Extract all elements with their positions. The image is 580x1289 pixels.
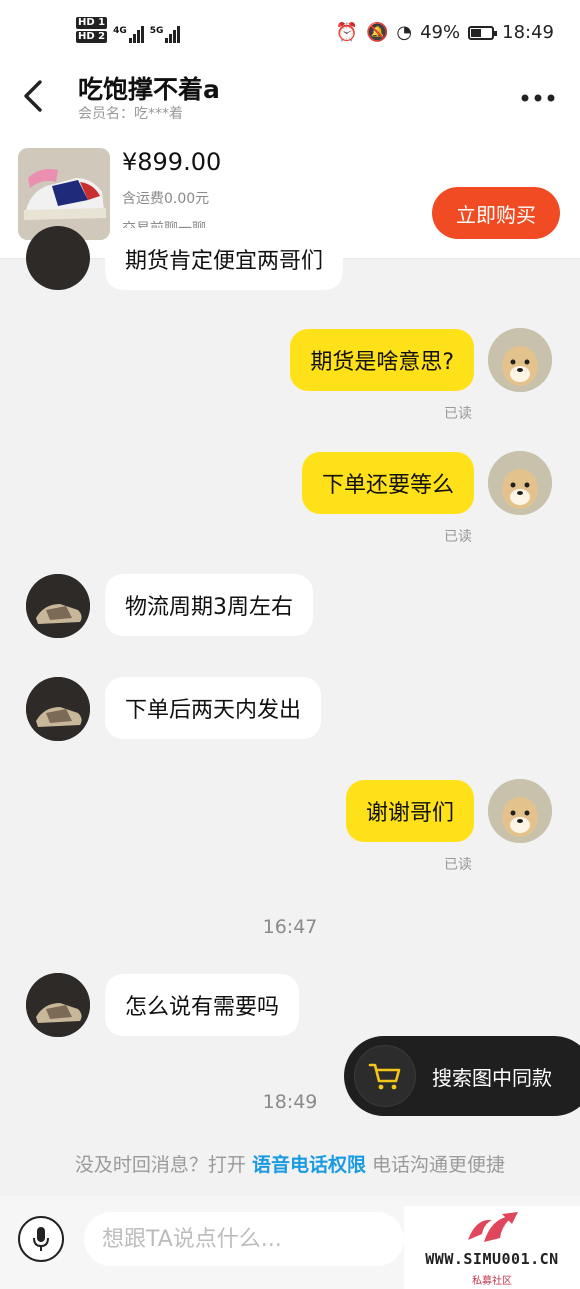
status-right: ⏰ 🔕 ◔ 49% 18:49 xyxy=(336,22,554,43)
my-avatar[interactable] xyxy=(488,451,552,515)
speed-icon: ◔ xyxy=(396,22,413,43)
message-bubble[interactable]: 期货肯定便宜两哥们 xyxy=(105,228,344,290)
buy-now-button[interactable]: 立即购买 xyxy=(432,187,560,239)
seller-avatar[interactable] xyxy=(26,973,90,1037)
back-button[interactable] xyxy=(22,78,52,114)
sneaker-avatar-image xyxy=(26,973,90,1037)
read-status: 已读 xyxy=(444,406,472,422)
chevron-left-icon xyxy=(24,80,42,112)
more-dots-icon xyxy=(521,94,555,102)
watermark-text: WWW.SIMU001.CN xyxy=(425,1250,559,1268)
member-name: 会员名：吃***着 xyxy=(78,106,183,122)
read-status: 已读 xyxy=(444,857,472,873)
clock: 18:49 xyxy=(502,22,554,43)
shipping-fee: 含运费0.00元 xyxy=(122,191,210,207)
watermark-subtext: 私募社区 xyxy=(472,1276,512,1287)
notice-prefix: 没及时回消息？打开 xyxy=(74,1154,246,1176)
my-avatar[interactable] xyxy=(488,779,552,843)
signal-icon-2: 5G xyxy=(150,26,181,43)
notice-suffix: 电话沟通更便捷 xyxy=(372,1154,506,1176)
search-same-item-button[interactable]: 搜索图中同款 xyxy=(344,1036,580,1116)
message-bubble[interactable]: 怎么说有需要吗 xyxy=(105,974,300,1036)
message-bubble[interactable]: 物流周期3周左右 xyxy=(105,574,313,636)
network-type-2: 5G xyxy=(149,26,164,36)
read-status: 已读 xyxy=(444,529,472,545)
more-options-button[interactable] xyxy=(520,76,556,111)
seller-avatar[interactable] xyxy=(26,677,90,741)
microphone-icon xyxy=(33,1227,49,1251)
status-bar: HD 1 HD 2 4G 5G ⏰ 🔕 ◔ 49% 18:49 xyxy=(0,0,580,62)
message-bubble[interactable]: 期货是啥意思? xyxy=(290,329,474,391)
hd-indicators: HD 1 HD 2 xyxy=(76,17,108,43)
voice-input-button[interactable] xyxy=(18,1216,64,1262)
sneaker-avatar-image xyxy=(26,677,90,741)
message-bubble[interactable]: 谢谢哥们 xyxy=(345,780,474,842)
seller-avatar[interactable] xyxy=(26,226,90,290)
watermark: WWW.SIMU001.CN 私募社区 xyxy=(404,1206,580,1289)
hd2-badge: HD 2 xyxy=(76,31,108,43)
alarm-icon: ⏰ xyxy=(335,22,358,43)
hd1-badge: HD 1 xyxy=(76,17,108,29)
search-same-item-label: 搜索图中同款 xyxy=(432,1066,552,1090)
network-type-1: 4G xyxy=(113,26,127,36)
cart-icon-container xyxy=(354,1045,416,1107)
battery-percent: 49% xyxy=(420,22,461,43)
permission-notice: 没及时回消息？打开 语音电话权限 电话沟通更便捷 xyxy=(0,1150,580,1177)
message-input[interactable] xyxy=(84,1212,404,1266)
message-bubble[interactable]: 下单后两天内发出 xyxy=(105,677,322,739)
signal-icon: 4G xyxy=(113,26,144,43)
chat-header: 吃饱撑不着a 会员名：吃***着 xyxy=(0,62,580,132)
mute-icon: 🔕 xyxy=(365,22,389,43)
dog-avatar-image xyxy=(488,451,552,515)
message-bubble[interactable]: 下单还要等么 xyxy=(301,452,474,514)
timestamp: 16:47 xyxy=(262,916,318,938)
dog-avatar-image xyxy=(488,779,552,843)
contact-name: 吃饱撑不着a xyxy=(78,75,220,104)
sneaker-avatar-image xyxy=(26,574,90,638)
battery-icon xyxy=(468,25,498,40)
product-price: ¥899.00 xyxy=(122,148,222,176)
my-avatar[interactable] xyxy=(488,328,552,392)
battery-fill xyxy=(471,28,481,37)
voice-call-permission-link[interactable]: 语音电话权限 xyxy=(252,1154,366,1176)
status-left: HD 1 HD 2 4G 5G xyxy=(76,17,181,43)
seller-avatar[interactable] xyxy=(26,574,90,638)
dog-avatar-image xyxy=(488,328,552,392)
cart-icon xyxy=(368,1063,401,1090)
watermark-logo xyxy=(468,1212,518,1242)
